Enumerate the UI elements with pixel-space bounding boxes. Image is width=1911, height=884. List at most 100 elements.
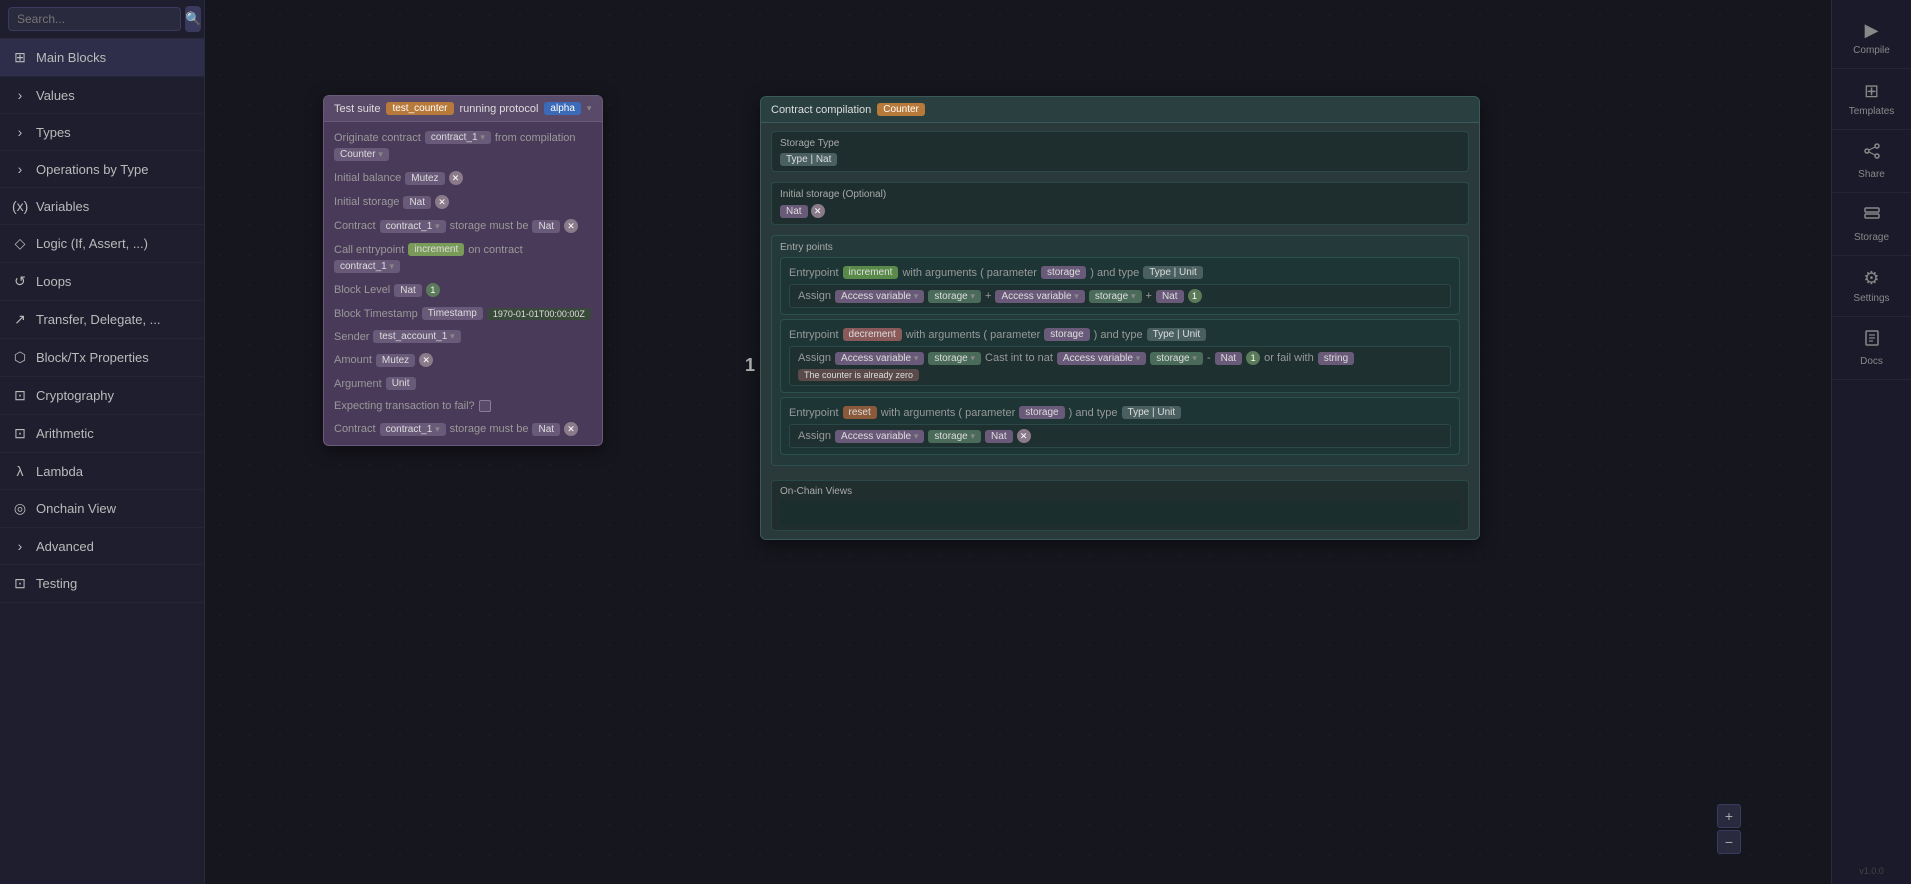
sidebar-item-loops[interactable]: ↺ Loops: [0, 263, 204, 301]
sidebar-item-label: Operations by Type: [36, 162, 192, 177]
contract-storage2-close[interactable]: ✕: [564, 422, 578, 436]
chevron-right-icon: ›: [12, 538, 28, 554]
share-button[interactable]: Share: [1832, 130, 1911, 193]
chevron-right-icon: ›: [12, 124, 28, 140]
chevron-right-icon: ›: [12, 161, 28, 177]
grid-icon: ⊞: [12, 49, 28, 66]
block-level-value: 1: [426, 283, 440, 297]
test-icon: ⊡: [12, 575, 28, 592]
initial-storage-opt-close[interactable]: ✕: [811, 204, 825, 218]
zoom-controls: + −: [1717, 804, 1741, 854]
initial-storage-close[interactable]: ✕: [435, 195, 449, 209]
onchain-views-content: [780, 501, 1460, 525]
docs-button[interactable]: Docs: [1832, 317, 1911, 380]
sidebar-item-testing[interactable]: ⊡ Testing: [0, 565, 204, 603]
contract-storage-row2: Contract contract_1 ▾ storage must be Na…: [334, 419, 592, 439]
search-input[interactable]: [8, 7, 181, 31]
compile-button[interactable]: ▶ Compile: [1832, 8, 1911, 69]
templates-button[interactable]: ⊞ Templates: [1832, 69, 1911, 130]
reset-nat-close[interactable]: ✕: [1017, 429, 1031, 443]
sidebar-item-label: Arithmetic: [36, 426, 192, 441]
storage-type-title: Storage Type: [780, 138, 1460, 149]
call-entrypoint-row: Call entrypoint increment on contract co…: [334, 240, 592, 276]
sidebar-item-values[interactable]: › Values: [0, 77, 204, 114]
amount-row: Amount Mutez ✕: [334, 350, 592, 370]
sidebar-item-label: Transfer, Delegate, ...: [36, 312, 192, 327]
argument-row: Argument Unit: [334, 374, 592, 393]
sidebar-item-block-tx[interactable]: ⬡ Block/Tx Properties: [0, 339, 204, 377]
decrement-nat-value: 1: [1246, 351, 1260, 365]
right-sidebar: ▶ Compile ⊞ Templates Share Storage ⚙: [1831, 0, 1911, 884]
header-dropdown-arrow[interactable]: ▾: [587, 103, 592, 114]
test-suite-tag: test_counter: [386, 102, 453, 115]
sidebar-item-main-blocks[interactable]: ⊞ Main Blocks: [0, 39, 204, 77]
sidebar-item-label: Block/Tx Properties: [36, 350, 192, 365]
sidebar-item-label: Logic (If, Assert, ...): [36, 236, 192, 251]
sender-row: Sender test_account_1 ▾: [334, 327, 592, 346]
sidebar-item-label: Main Blocks: [36, 50, 192, 65]
contract-compilation-body: Storage Type Type | Nat Initial storage …: [761, 123, 1479, 539]
sidebar-item-label: Cryptography: [36, 388, 192, 403]
search-bar: 🔍: [0, 0, 204, 39]
sidebar-item-arithmetic[interactable]: ⊡ Arithmetic: [0, 415, 204, 453]
test-suite-body: Originate contract contract_1 ▾ from com…: [324, 122, 602, 445]
ep-reset-header: Entrypoint reset with arguments ( parame…: [789, 404, 1451, 421]
storage-button[interactable]: Storage: [1832, 193, 1911, 256]
ep-reset-code-row: Assign Access variable ▾ storage ▾ Nat ✕: [798, 429, 1442, 443]
sidebar-item-onchain-view[interactable]: ◎ Onchain View: [0, 490, 204, 528]
sidebar-item-transfer[interactable]: ↗ Transfer, Delegate, ...: [0, 301, 204, 339]
version-label: v1.0.0: [1851, 858, 1892, 884]
sidebar-item-types[interactable]: › Types: [0, 114, 204, 151]
ep-decrement: Entrypoint decrement with arguments ( pa…: [780, 319, 1460, 393]
zoom-in-button[interactable]: +: [1717, 804, 1741, 828]
number-badge: 1: [745, 355, 755, 376]
sidebar-item-advanced[interactable]: › Advanced: [0, 528, 204, 565]
sidebar-item-variables[interactable]: (x) Variables: [0, 188, 204, 225]
main-canvas[interactable]: 1 Test suite test_counter running protoc…: [205, 0, 1831, 884]
test-suite-header: Test suite test_counter running protocol…: [324, 96, 602, 122]
chevron-right-icon: ›: [12, 87, 28, 103]
compile-icon: ▶: [1865, 20, 1879, 41]
sidebar-item-lambda[interactable]: λ Lambda: [0, 453, 204, 490]
ep-reset: Entrypoint reset with arguments ( parame…: [780, 397, 1460, 455]
eye-icon: ◎: [12, 500, 28, 517]
logic-icon: ◇: [12, 235, 28, 252]
test-suite-label: Test suite: [334, 103, 380, 115]
expecting-fail-checkbox[interactable]: [479, 400, 491, 412]
sidebar-item-cryptography[interactable]: ⊡ Cryptography: [0, 377, 204, 415]
sidebar-item-logic[interactable]: ◇ Logic (If, Assert, ...): [0, 225, 204, 263]
initial-storage-optional-title: Initial storage (Optional): [780, 189, 1460, 200]
sidebar-item-label: Onchain View: [36, 501, 192, 516]
share-label: Share: [1858, 169, 1885, 180]
initial-balance-row: Initial balance Mutez ✕: [334, 168, 592, 188]
loop-icon: ↺: [12, 273, 28, 290]
originate-contract-row: Originate contract contract_1 ▾ from com…: [334, 128, 592, 164]
ep-increment-header: Entrypoint increment with arguments ( pa…: [789, 264, 1451, 281]
docs-label: Docs: [1860, 356, 1883, 367]
sidebar-item-operations-by-type[interactable]: › Operations by Type: [0, 151, 204, 188]
zoom-out-button[interactable]: −: [1717, 830, 1741, 854]
ep-decrement-code-row: Assign Access variable ▾ storage ▾ Cast …: [798, 351, 1442, 381]
contract-compilation-block: Contract compilation Counter Storage Typ…: [760, 96, 1480, 540]
sidebar-item-label: Testing: [36, 576, 192, 591]
settings-icon: ⚙: [1863, 268, 1879, 289]
ep-increment: Entrypoint increment with arguments ( pa…: [780, 257, 1460, 315]
increment-nat-value: 1: [1188, 289, 1202, 303]
initial-storage-optional-block: Initial storage (Optional) Nat ✕: [771, 182, 1469, 225]
templates-label: Templates: [1849, 106, 1895, 117]
settings-button[interactable]: ⚙ Settings: [1832, 256, 1911, 317]
block-level-row: Block Level Nat 1: [334, 280, 592, 300]
onchain-views-title: On-Chain Views: [780, 486, 1460, 497]
initial-balance-close[interactable]: ✕: [449, 171, 463, 185]
contract-storage-close[interactable]: ✕: [564, 219, 578, 233]
share-icon: [1863, 142, 1881, 165]
onchain-views-block: On-Chain Views: [771, 480, 1469, 531]
sidebar-item-label: Advanced: [36, 539, 192, 554]
crypto-icon: ⊡: [12, 387, 28, 404]
search-button[interactable]: 🔍: [185, 6, 201, 32]
ep-reset-code: Assign Access variable ▾ storage ▾ Nat ✕: [789, 424, 1451, 448]
lambda-icon: λ: [12, 463, 28, 479]
running-protocol-label: running protocol: [460, 103, 539, 115]
amount-close[interactable]: ✕: [419, 353, 433, 367]
entry-points-title: Entry points: [780, 242, 1460, 253]
